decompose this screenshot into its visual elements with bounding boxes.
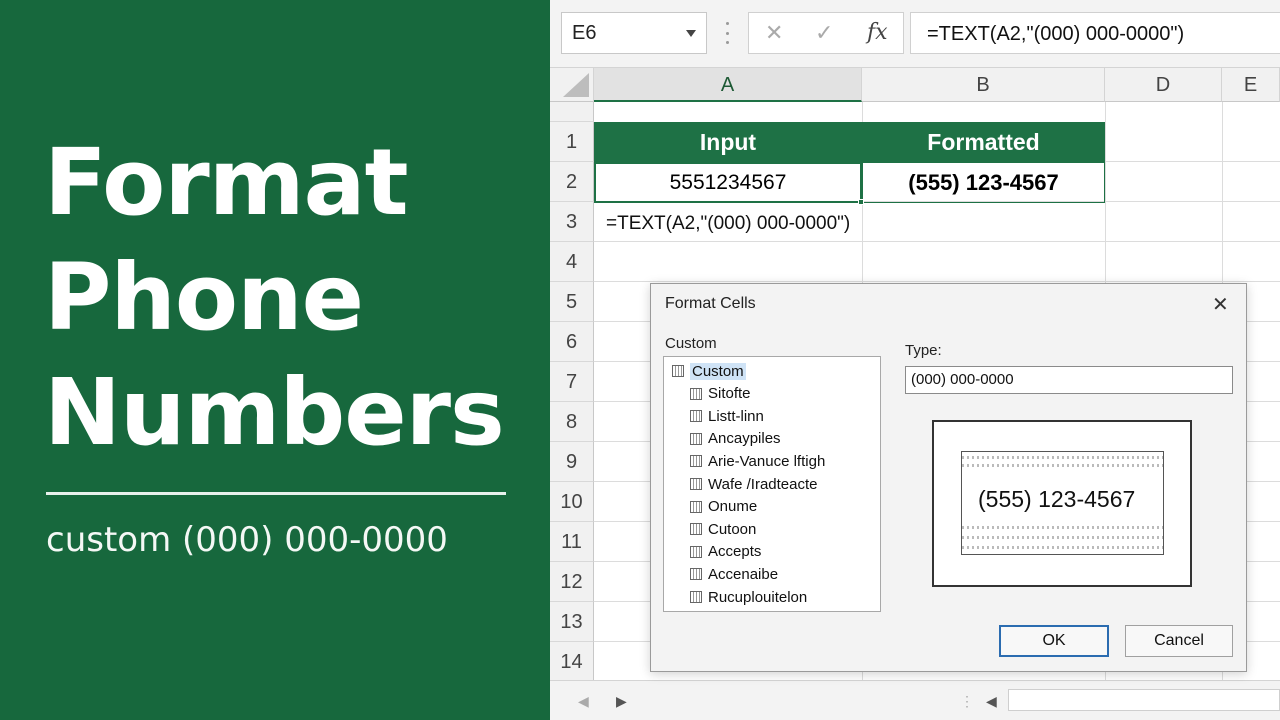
row-header-spacer: [550, 102, 594, 122]
row-header-9[interactable]: 9: [550, 442, 594, 482]
dialog-title: Format Cells: [665, 295, 756, 312]
category-item[interactable]: Cutoon: [690, 518, 756, 540]
title-banner: Format Phone Numbers custom (000) 000-00…: [0, 0, 550, 720]
sample-box: (555) 123-4567: [961, 451, 1164, 555]
banner-title-line-3: Numbers: [44, 359, 505, 466]
row-header-3[interactable]: 3: [550, 202, 594, 242]
format-category-icon: [690, 500, 702, 513]
banner-title-line-2: Phone: [44, 244, 364, 351]
banner-title-line-1: Format: [44, 129, 409, 236]
horizontal-scrollbar[interactable]: ◀ ▶ ⋮ ◀: [550, 680, 1280, 720]
row-header-14[interactable]: 14: [550, 642, 594, 682]
category-item-label: Accepts: [708, 543, 762, 561]
row-header-8[interactable]: 8: [550, 402, 594, 442]
category-list[interactable]: Custom Sitofte Listt-linn Ancaypiles Arie-Va…: [663, 356, 881, 612]
sample-preview: (555) 123-4567: [932, 420, 1192, 587]
format-category-icon: [690, 432, 702, 445]
category-item-label: Ancaypiles: [708, 430, 781, 448]
category-item-label: Onume: [708, 498, 758, 516]
name-box[interactable]: E6: [561, 12, 707, 54]
category-item[interactable]: Accenaibe: [690, 563, 778, 585]
category-item[interactable]: Listt-linn: [690, 405, 764, 427]
scroll-left-icon[interactable]: ◀: [986, 693, 997, 710]
scroll-right-icon[interactable]: ▶: [616, 693, 627, 710]
category-item-label: Cutoon: [708, 520, 757, 538]
fill-handle[interactable]: [858, 199, 864, 205]
gridline: [594, 281, 1280, 282]
fx-icon[interactable]: fx: [867, 20, 888, 45]
column-header-d[interactable]: D: [1105, 68, 1222, 102]
row-header-11[interactable]: 11: [550, 522, 594, 562]
format-category-icon: [690, 545, 702, 558]
category-item[interactable]: Onume: [690, 496, 757, 518]
ok-button[interactable]: OK: [999, 625, 1109, 657]
format-cells-dialog: Format Cells ✕ Custom Custom Sitofte Listt…: [650, 283, 1247, 672]
select-all-corner[interactable]: [550, 68, 594, 102]
cancel-button[interactable]: Cancel: [1125, 625, 1233, 657]
format-category-icon: [672, 365, 684, 377]
scroll-track[interactable]: [1008, 689, 1280, 711]
formula-input[interactable]: =TEXT(A2,"(000) 000-0000"): [910, 12, 1280, 54]
category-item-label: Arie-Vanuce lftigh: [708, 452, 826, 470]
category-item[interactable]: Sitofte: [690, 383, 751, 405]
more-icon[interactable]: ⋮: [960, 693, 974, 710]
category-item-label: Accenaibe: [708, 565, 779, 583]
category-item[interactable]: Rucuplouitelon: [690, 586, 807, 608]
sample-text: (555) 123-4567: [978, 486, 1136, 512]
category-item-label: Listt-linn: [708, 407, 764, 425]
type-input[interactable]: (000) 000-0000: [905, 366, 1233, 394]
row-header-10[interactable]: 10: [550, 482, 594, 522]
format-category-icon: [690, 387, 702, 400]
row-header-2[interactable]: 2: [550, 162, 594, 202]
check-icon[interactable]: ✓: [815, 20, 833, 46]
cell-b2[interactable]: (555) 123-4567: [862, 162, 1105, 203]
row-header-6[interactable]: 6: [550, 322, 594, 362]
category-item[interactable]: Ancaypiles: [690, 428, 781, 450]
format-category-icon: [690, 478, 702, 490]
category-item[interactable]: Accepts: [690, 541, 761, 563]
banner-title: Format Phone Numbers: [44, 125, 505, 470]
formula-buttons: ✕ ✓ fx: [748, 12, 904, 54]
format-category-icon: [690, 455, 702, 468]
formula-bar: E6 ✕ ✓ fx =TEXT(A2,"(000) 000-0000"): [550, 0, 1280, 68]
type-label: Type:: [905, 342, 942, 359]
scroll-left-icon[interactable]: ◀: [578, 693, 589, 710]
format-category-icon: [690, 410, 702, 423]
row-header-1[interactable]: 1: [550, 122, 594, 162]
cell-a1[interactable]: Input: [594, 122, 862, 162]
cell-a2[interactable]: 5551234567: [594, 162, 862, 203]
column-header-a[interactable]: A: [594, 68, 862, 102]
category-label: Custom: [665, 335, 717, 352]
category-item[interactable]: Custom: [672, 360, 746, 382]
column-header-e[interactable]: E: [1222, 68, 1280, 102]
category-item-label: Sitofte: [708, 385, 751, 403]
more-icon[interactable]: [726, 22, 729, 44]
name-box-value: E6: [572, 22, 597, 44]
format-category-icon: [690, 591, 702, 603]
column-header-b[interactable]: B: [862, 68, 1105, 102]
category-item-label: Wafe /Iradteacte: [708, 475, 818, 493]
close-icon[interactable]: ✕: [1212, 292, 1229, 317]
category-item-label: Rucuplouitelon: [708, 588, 808, 606]
row-header-7[interactable]: 7: [550, 362, 594, 402]
category-item-label: Custom: [690, 362, 746, 380]
row-header-4[interactable]: 4: [550, 242, 594, 282]
thumbnail: Format Phone Numbers custom (000) 000-00…: [0, 0, 1280, 720]
close-icon[interactable]: ✕: [765, 20, 783, 46]
gridline: [594, 241, 1280, 242]
format-category-icon: [690, 568, 702, 581]
row-header-5[interactable]: 5: [550, 282, 594, 322]
banner-subtitle: custom (000) 000-0000: [46, 520, 448, 560]
category-item[interactable]: Wafe /Iradteacte: [690, 473, 818, 495]
row-header-13[interactable]: 13: [550, 602, 594, 642]
banner-divider: [46, 492, 506, 495]
chevron-down-icon[interactable]: [686, 30, 696, 37]
format-category-icon: [690, 523, 702, 536]
row-header-12[interactable]: 12: [550, 562, 594, 602]
cell-b1[interactable]: Formatted: [862, 122, 1105, 162]
category-item[interactable]: Arie-Vanuce lftigh: [690, 450, 825, 472]
cell-a3[interactable]: =TEXT(A2,"(000) 000-0000"): [606, 213, 850, 235]
